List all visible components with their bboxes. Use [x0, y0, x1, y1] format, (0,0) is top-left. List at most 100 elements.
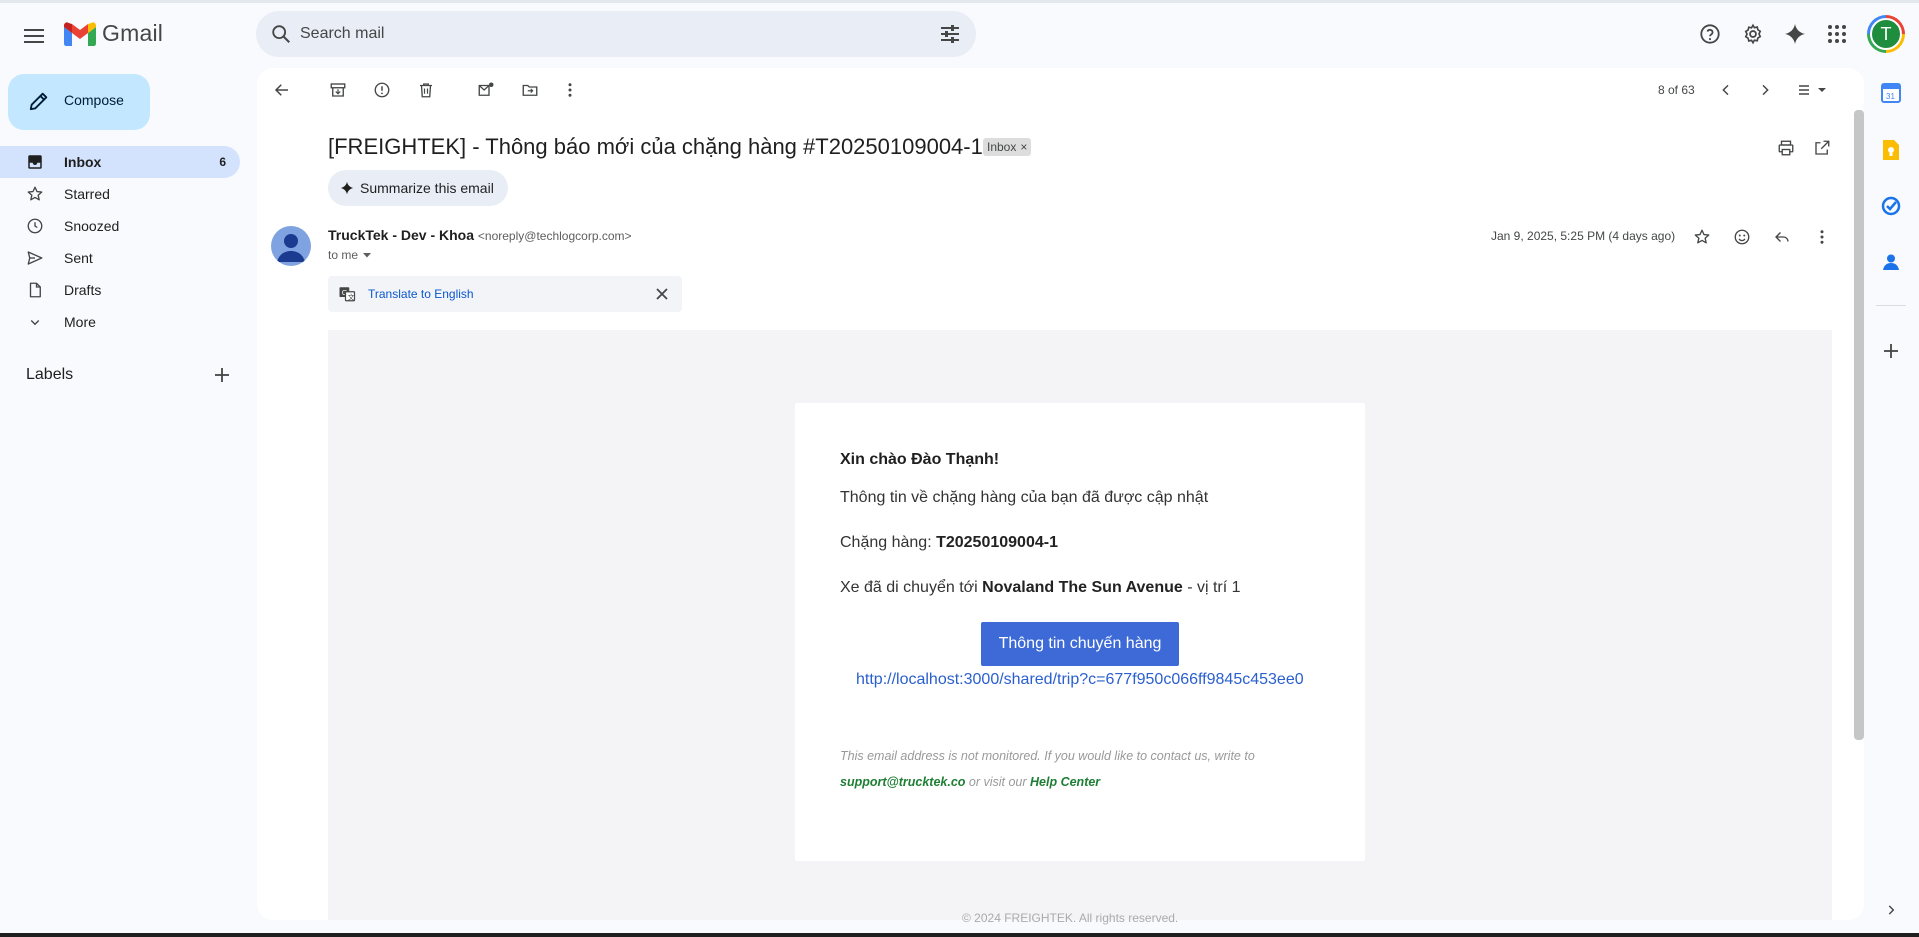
- open-new-window-button[interactable]: [1808, 136, 1836, 160]
- star-icon: [1694, 229, 1710, 244]
- pencil-icon: [29, 92, 48, 111]
- move-place: Novaland The Sun Avenue: [982, 579, 1183, 596]
- sender-name[interactable]: TruckTek - Dev - Khoa: [328, 227, 474, 243]
- contacts-icon: [1883, 254, 1899, 270]
- compose-button[interactable]: Compose: [8, 74, 150, 130]
- unmonitored-note: This email address is not monitored. If …: [840, 749, 1255, 763]
- older-button[interactable]: [1751, 78, 1779, 102]
- more-actions-button[interactable]: [556, 78, 584, 102]
- tasks-app-button[interactable]: [1879, 194, 1903, 218]
- email-line-leg: Chặng hàng: T20250109004-1: [840, 534, 1058, 552]
- bottom-border: [0, 933, 1919, 937]
- contacts-app-button[interactable]: [1879, 250, 1903, 274]
- more-vert-icon: [568, 83, 572, 97]
- clock-icon: [27, 218, 43, 234]
- recipient-text: to me: [328, 248, 359, 262]
- email-date: Jan 9, 2025, 5:25 PM (4 days ago): [1491, 229, 1676, 243]
- svg-text:文: 文: [348, 292, 355, 301]
- settings-button[interactable]: [1737, 18, 1769, 50]
- calendar-icon: 31: [1881, 83, 1901, 103]
- print-button[interactable]: [1772, 136, 1800, 160]
- sidebar-item-snoozed[interactable]: Snoozed: [0, 210, 240, 242]
- open-in-new-icon: [1815, 140, 1830, 155]
- trash-icon: [420, 83, 432, 98]
- help-center-link[interactable]: Help Center: [1030, 775, 1100, 789]
- close-icon[interactable]: [656, 288, 668, 300]
- reply-button[interactable]: [1768, 225, 1796, 249]
- sidebar-item-drafts[interactable]: Drafts: [0, 274, 240, 306]
- chevron-down-icon: [30, 320, 40, 326]
- pager-text: 8 of 63: [1658, 83, 1695, 97]
- translate-icon: G文: [339, 287, 356, 302]
- search-bar[interactable]: [256, 11, 976, 57]
- create-label-button[interactable]: [211, 364, 233, 386]
- emoji-react-button[interactable]: [1728, 225, 1756, 249]
- sidebar-item-label: More: [64, 314, 96, 330]
- trip-link[interactable]: http://localhost:3000/shared/trip?c=677f…: [856, 671, 1304, 689]
- tasks-icon: [1881, 196, 1901, 216]
- translate-link[interactable]: Translate to English: [368, 287, 474, 301]
- back-button[interactable]: [268, 78, 296, 102]
- top-border: [0, 0, 1919, 3]
- app-name: Gmail: [102, 20, 164, 46]
- search-input[interactable]: [300, 23, 900, 45]
- filter-options-icon: [941, 25, 959, 43]
- message-scrollbar[interactable]: [1854, 110, 1864, 740]
- support-email-link[interactable]: support@trucktek.co: [840, 775, 965, 789]
- chevron-left-icon: [1722, 84, 1729, 96]
- sidebar-item-more[interactable]: More: [0, 306, 240, 338]
- gemini-button[interactable]: [1779, 18, 1811, 50]
- keep-app-button[interactable]: [1879, 138, 1903, 162]
- plus-icon: [215, 368, 229, 382]
- keep-icon: [1883, 140, 1899, 160]
- hamburger-icon: [24, 29, 44, 43]
- summarize-button[interactable]: Summarize this email: [328, 170, 508, 206]
- summarize-label: Summarize this email: [360, 180, 494, 196]
- sender-avatar[interactable]: [271, 226, 311, 266]
- message-more-button[interactable]: [1808, 225, 1836, 249]
- move-prefix: Xe đã di chuyển tới: [840, 579, 983, 596]
- newer-button[interactable]: [1712, 78, 1740, 102]
- star-button[interactable]: [1688, 225, 1716, 249]
- archive-button[interactable]: [324, 78, 352, 102]
- google-apps-button[interactable]: [1821, 18, 1853, 50]
- report-spam-button[interactable]: [368, 78, 396, 102]
- help-icon: [1700, 24, 1720, 44]
- sidebar-item-label: Inbox: [64, 154, 102, 170]
- mark-unread-button[interactable]: [472, 78, 500, 102]
- help-button[interactable]: [1694, 18, 1726, 50]
- label-chip-inbox[interactable]: Inbox ×: [983, 138, 1032, 156]
- move-to-button[interactable]: [516, 78, 544, 102]
- sidebar-item-starred[interactable]: Starred: [0, 178, 240, 210]
- show-side-panel-button[interactable]: [1879, 898, 1903, 922]
- get-addons-button[interactable]: [1879, 339, 1903, 363]
- svg-text:31: 31: [1886, 92, 1895, 101]
- recipient-details[interactable]: to me: [328, 248, 372, 262]
- sidebar-nav: Inbox 6 Starred Snoozed Sent Drafts More: [0, 146, 240, 338]
- gmail-logo[interactable]: Gmail: [64, 20, 163, 47]
- input-tools-button[interactable]: [1792, 78, 1832, 102]
- labels-heading: Labels: [26, 366, 74, 383]
- email-subject: [FREIGHTEK] - Thông báo mới của chặng hà…: [328, 134, 983, 159]
- sidebar-item-inbox[interactable]: Inbox 6: [0, 146, 240, 178]
- avatar-initial: T: [1870, 18, 1902, 50]
- sparkle-icon: [340, 181, 354, 195]
- label-chip-text: Inbox: [987, 140, 1017, 154]
- close-icon[interactable]: ×: [1020, 140, 1027, 154]
- search-icon: [272, 25, 290, 43]
- emoji-icon: [1734, 229, 1750, 245]
- trip-info-button[interactable]: Thông tin chuyến hàng: [981, 622, 1179, 666]
- delete-button[interactable]: [412, 78, 440, 102]
- mark-unread-icon: [478, 82, 494, 96]
- contact-mid: or visit our: [965, 775, 1031, 789]
- sidebar-item-sent[interactable]: Sent: [0, 242, 240, 274]
- account-avatar[interactable]: T: [1867, 15, 1905, 53]
- main-menu-button[interactable]: [18, 20, 50, 52]
- sender-email: <noreply@techlogcorp.com>: [477, 229, 632, 243]
- calendar-app-button[interactable]: 31: [1879, 81, 1903, 105]
- chevron-right-icon: [1888, 905, 1895, 915]
- gmail-m-icon: [64, 21, 96, 46]
- gear-icon: [1744, 23, 1762, 45]
- plus-icon: [1884, 344, 1898, 358]
- unread-count: 6: [219, 155, 226, 169]
